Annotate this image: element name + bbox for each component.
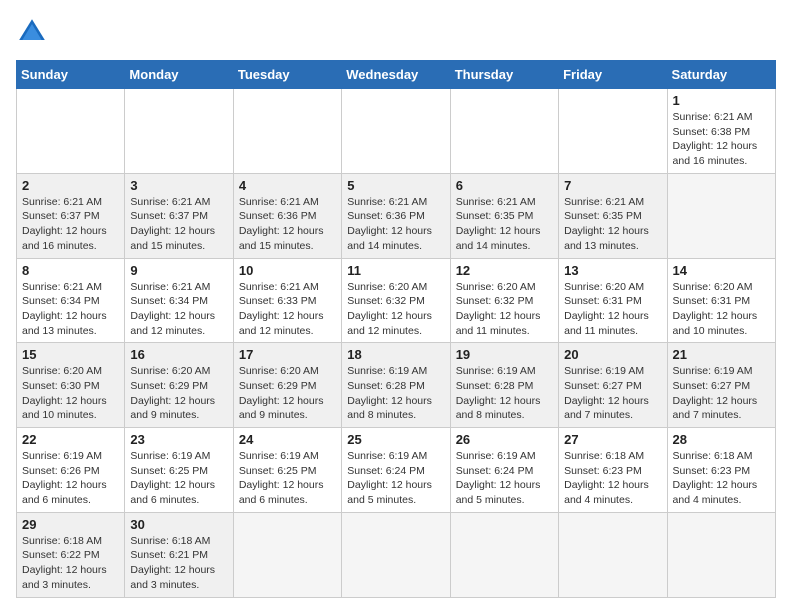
- calendar-day-cell: 1Sunrise: 6:21 AMSunset: 6:38 PMDaylight…: [667, 89, 775, 174]
- calendar-table: SundayMondayTuesdayWednesdayThursdayFrid…: [16, 60, 776, 598]
- logo: [16, 16, 52, 48]
- calendar-day-cell: 23Sunrise: 6:19 AMSunset: 6:25 PMDayligh…: [125, 428, 233, 513]
- empty-cell: [233, 512, 341, 597]
- calendar-day-header: Monday: [125, 61, 233, 89]
- empty-cell: [450, 89, 558, 174]
- calendar-day-cell: 18Sunrise: 6:19 AMSunset: 6:28 PMDayligh…: [342, 343, 450, 428]
- calendar-day-cell: 16Sunrise: 6:20 AMSunset: 6:29 PMDayligh…: [125, 343, 233, 428]
- calendar-day-header: Sunday: [17, 61, 125, 89]
- empty-cell: [667, 173, 775, 258]
- calendar-day-header: Wednesday: [342, 61, 450, 89]
- calendar-day-cell: 26Sunrise: 6:19 AMSunset: 6:24 PMDayligh…: [450, 428, 558, 513]
- calendar-day-cell: 11Sunrise: 6:20 AMSunset: 6:32 PMDayligh…: [342, 258, 450, 343]
- calendar-day-cell: 7Sunrise: 6:21 AMSunset: 6:35 PMDaylight…: [559, 173, 667, 258]
- calendar-day-header: Friday: [559, 61, 667, 89]
- calendar-day-cell: 15Sunrise: 6:20 AMSunset: 6:30 PMDayligh…: [17, 343, 125, 428]
- calendar-day-cell: 8Sunrise: 6:21 AMSunset: 6:34 PMDaylight…: [17, 258, 125, 343]
- empty-cell: [667, 512, 775, 597]
- calendar-day-cell: 5Sunrise: 6:21 AMSunset: 6:36 PMDaylight…: [342, 173, 450, 258]
- calendar-week-row: 2Sunrise: 6:21 AMSunset: 6:37 PMDaylight…: [17, 173, 776, 258]
- calendar-day-cell: 3Sunrise: 6:21 AMSunset: 6:37 PMDaylight…: [125, 173, 233, 258]
- calendar-day-cell: 4Sunrise: 6:21 AMSunset: 6:36 PMDaylight…: [233, 173, 341, 258]
- calendar-day-cell: 21Sunrise: 6:19 AMSunset: 6:27 PMDayligh…: [667, 343, 775, 428]
- calendar-day-cell: 20Sunrise: 6:19 AMSunset: 6:27 PMDayligh…: [559, 343, 667, 428]
- calendar-day-header: Saturday: [667, 61, 775, 89]
- calendar-day-cell: 22Sunrise: 6:19 AMSunset: 6:26 PMDayligh…: [17, 428, 125, 513]
- calendar-day-header: Tuesday: [233, 61, 341, 89]
- calendar-day-cell: 14Sunrise: 6:20 AMSunset: 6:31 PMDayligh…: [667, 258, 775, 343]
- calendar-day-cell: 29Sunrise: 6:18 AMSunset: 6:22 PMDayligh…: [17, 512, 125, 597]
- calendar-day-cell: 25Sunrise: 6:19 AMSunset: 6:24 PMDayligh…: [342, 428, 450, 513]
- calendar-day-cell: 6Sunrise: 6:21 AMSunset: 6:35 PMDaylight…: [450, 173, 558, 258]
- empty-cell: [342, 89, 450, 174]
- calendar-day-cell: 10Sunrise: 6:21 AMSunset: 6:33 PMDayligh…: [233, 258, 341, 343]
- logo-icon: [16, 16, 48, 48]
- empty-cell: [17, 89, 125, 174]
- empty-cell: [125, 89, 233, 174]
- calendar-day-cell: 27Sunrise: 6:18 AMSunset: 6:23 PMDayligh…: [559, 428, 667, 513]
- empty-cell: [342, 512, 450, 597]
- calendar-week-row: 22Sunrise: 6:19 AMSunset: 6:26 PMDayligh…: [17, 428, 776, 513]
- calendar-week-row: 8Sunrise: 6:21 AMSunset: 6:34 PMDaylight…: [17, 258, 776, 343]
- empty-cell: [233, 89, 341, 174]
- page-header: [16, 16, 776, 48]
- calendar-header-row: SundayMondayTuesdayWednesdayThursdayFrid…: [17, 61, 776, 89]
- calendar-day-cell: 12Sunrise: 6:20 AMSunset: 6:32 PMDayligh…: [450, 258, 558, 343]
- calendar-day-cell: 9Sunrise: 6:21 AMSunset: 6:34 PMDaylight…: [125, 258, 233, 343]
- calendar-day-header: Thursday: [450, 61, 558, 89]
- calendar-week-row: 1Sunrise: 6:21 AMSunset: 6:38 PMDaylight…: [17, 89, 776, 174]
- calendar-day-cell: 28Sunrise: 6:18 AMSunset: 6:23 PMDayligh…: [667, 428, 775, 513]
- calendar-day-cell: 13Sunrise: 6:20 AMSunset: 6:31 PMDayligh…: [559, 258, 667, 343]
- calendar-day-cell: 2Sunrise: 6:21 AMSunset: 6:37 PMDaylight…: [17, 173, 125, 258]
- empty-cell: [450, 512, 558, 597]
- calendar-week-row: 15Sunrise: 6:20 AMSunset: 6:30 PMDayligh…: [17, 343, 776, 428]
- calendar-day-cell: 17Sunrise: 6:20 AMSunset: 6:29 PMDayligh…: [233, 343, 341, 428]
- calendar-week-row: 29Sunrise: 6:18 AMSunset: 6:22 PMDayligh…: [17, 512, 776, 597]
- calendar-day-cell: 24Sunrise: 6:19 AMSunset: 6:25 PMDayligh…: [233, 428, 341, 513]
- empty-cell: [559, 89, 667, 174]
- empty-cell: [559, 512, 667, 597]
- calendar-day-cell: 30Sunrise: 6:18 AMSunset: 6:21 PMDayligh…: [125, 512, 233, 597]
- calendar-day-cell: 19Sunrise: 6:19 AMSunset: 6:28 PMDayligh…: [450, 343, 558, 428]
